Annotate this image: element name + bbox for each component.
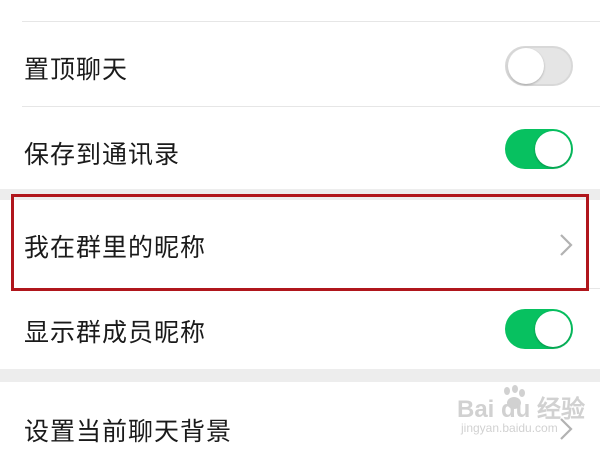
setting-row-pin-chat: 置顶聊天 xyxy=(0,22,600,106)
setting-label: 设置当前聊天背景 xyxy=(24,417,233,446)
pin-chat-toggle[interactable] xyxy=(505,46,573,86)
toggle-knob xyxy=(508,48,544,84)
setting-label: 我在群里的昵称 xyxy=(24,233,207,262)
setting-label: 置顶聊天 xyxy=(24,55,129,84)
setting-row-save-to-contacts: 保存到通讯录 xyxy=(0,107,600,189)
setting-label: 显示群成员昵称 xyxy=(24,318,207,347)
watermark-url: jingyan.baidu.com xyxy=(461,421,558,435)
watermark-brand: Bai du 经验 xyxy=(457,396,586,423)
setting-row-my-group-nickname[interactable]: 我在群里的昵称 xyxy=(0,200,600,288)
setting-label: 保存到通讯录 xyxy=(24,140,181,169)
section-gap xyxy=(0,189,600,200)
save-to-contacts-toggle[interactable] xyxy=(505,129,573,169)
baidu-jingyan-watermark: Bai du 经验 jingyan.baidu.com xyxy=(455,385,595,445)
toggle-knob xyxy=(535,131,571,167)
chat-settings-screen: 置顶聊天 保存到通讯录 我在群里的昵称 显示群成员昵称 设置当前聊天背景 Bai… xyxy=(0,0,600,450)
setting-row-show-member-nicknames: 显示群成员昵称 xyxy=(0,289,600,369)
section-gap xyxy=(0,369,600,382)
toggle-knob xyxy=(535,311,571,347)
show-member-nicknames-toggle[interactable] xyxy=(505,309,573,349)
chevron-right-icon xyxy=(560,234,573,256)
